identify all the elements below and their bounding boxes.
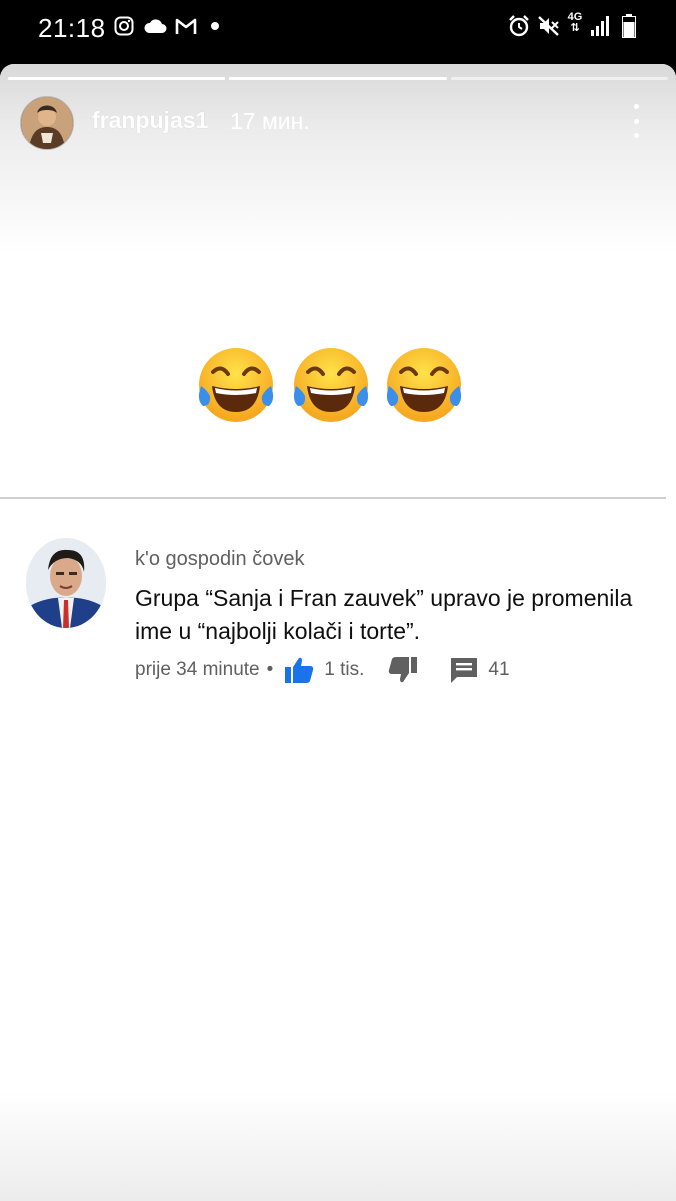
progress-segment — [8, 77, 226, 80]
comment-text: Grupa “Sanja i Fran zauvek” upravo je pr… — [135, 585, 633, 644]
progress-segment — [229, 77, 447, 80]
like-icon[interactable] — [284, 656, 314, 684]
status-time: 21:18 — [38, 13, 106, 43]
dislike-icon[interactable] — [388, 656, 418, 684]
face-with-tears-of-joy-icon — [383, 346, 465, 424]
reply-count: 41 — [488, 659, 510, 680]
story-progress-bar — [8, 77, 668, 81]
mute-icon — [536, 14, 562, 38]
progress-segment-fill — [8, 77, 226, 80]
comment-author[interactable]: k'o gospodin čovek — [135, 548, 304, 571]
dot-icon — [211, 22, 219, 30]
story-username[interactable]: franpujas1 — [92, 107, 208, 134]
status-bar: 21:18 4G ⇅ — [0, 0, 676, 58]
like-count: 1 tis. — [324, 659, 365, 680]
cloud-icon — [142, 14, 168, 38]
story-bottom-gradient — [0, 1091, 676, 1201]
more-dot — [633, 118, 639, 124]
instagram-icon — [113, 14, 135, 38]
progress-segment — [450, 77, 668, 80]
divider — [0, 497, 666, 499]
emoji-row — [0, 346, 676, 426]
face-with-tears-of-joy-icon — [195, 346, 277, 424]
commenter-avatar[interactable] — [26, 538, 106, 628]
face-with-tears-of-joy-icon — [290, 346, 372, 424]
network-4g-icon: 4G ⇅ — [567, 11, 583, 34]
comment-meta: prije 34 minute • 1 tis. 41 — [135, 655, 510, 685]
story-view[interactable]: franpujas1 17 мин. k'o gospodin čovek Gr… — [0, 64, 676, 1201]
alarm-icon — [506, 14, 532, 38]
more-dot — [633, 133, 639, 138]
comment-time: prije 34 minute — [135, 659, 260, 680]
story-time-ago: 17 мин. — [230, 108, 310, 134]
more-options-button[interactable] — [626, 104, 646, 138]
progress-segment-fill — [229, 77, 447, 80]
more-dot — [633, 104, 639, 109]
story-top-gradient — [0, 64, 676, 254]
reply-icon[interactable] — [450, 657, 478, 683]
meta-separator: • — [266, 659, 274, 680]
user-avatar[interactable] — [20, 96, 74, 150]
signal-icon — [589, 14, 611, 38]
battery-icon — [620, 14, 638, 38]
gmail-icon — [174, 14, 198, 38]
